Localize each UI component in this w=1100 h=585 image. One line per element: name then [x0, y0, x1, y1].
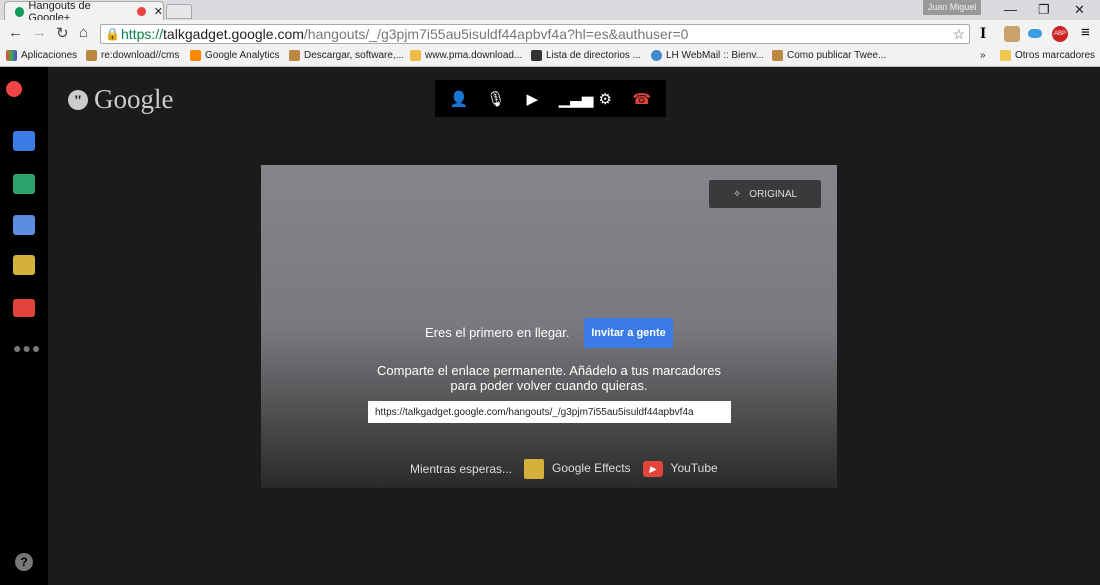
settings-icon[interactable]: ⚙ — [595, 90, 615, 108]
new-tab-button[interactable] — [166, 4, 192, 19]
bookmark[interactable]: Lista de directorios ... — [531, 50, 641, 61]
hangouts-app-icon[interactable] — [6, 81, 22, 97]
bookmark-apps[interactable]: Aplicaciones — [6, 50, 77, 61]
bandwidth-icon[interactable]: ▁▃▅ — [559, 90, 594, 108]
bookmark[interactable]: LH WebMail :: Bienv... — [651, 50, 764, 61]
invite-people-button[interactable]: Invitar a gente — [584, 318, 673, 348]
tab-close-icon[interactable]: ✕ — [154, 5, 163, 18]
original-button[interactable]: ✧ ORIGINAL — [709, 180, 821, 208]
bookmark[interactable]: www.pma.download... — [410, 50, 522, 61]
close-window-button[interactable]: ✕ — [1074, 2, 1085, 18]
youtube-icon: ▶ — [642, 461, 663, 477]
home-button[interactable]: ⌂ — [79, 24, 88, 41]
cloud-icon[interactable] — [1028, 29, 1042, 38]
camera-icon[interactable] — [13, 215, 35, 235]
extension-i-icon[interactable]: I — [980, 25, 986, 43]
adblock-icon[interactable]: ABP — [1052, 26, 1068, 42]
first-arrival-text: Eres el primero en llegar. — [425, 325, 570, 340]
back-button[interactable]: ← — [8, 24, 23, 41]
google-effects-icon[interactable] — [13, 255, 35, 275]
google-effects-icon — [524, 459, 545, 479]
bookmark[interactable]: re:download//cms — [86, 50, 179, 61]
recording-icon — [137, 7, 146, 16]
permalink-input[interactable] — [368, 401, 731, 423]
browser-tab[interactable]: Hangouts de Google+ ✕ — [4, 0, 164, 24]
share-text: Comparte el enlace permanente. Añádelo a… — [377, 363, 721, 393]
restore-button[interactable]: ❐ — [1038, 2, 1050, 18]
reload-button[interactable]: ↻ — [56, 24, 69, 42]
url-input[interactable]: 🔒 https://talkgadget.google.com/hangouts… — [100, 24, 970, 44]
bookmark[interactable]: Descargar, software,... — [289, 50, 404, 61]
bookmark[interactable]: Google Analytics — [190, 50, 280, 61]
url-host: talkgadget.google.com — [163, 26, 304, 42]
extension-off-icon[interactable] — [1004, 26, 1020, 42]
chat-icon[interactable] — [13, 131, 35, 151]
lock-icon: 🔒 — [105, 27, 120, 41]
hang-up-icon[interactable]: ☎ — [632, 90, 652, 108]
google-effects-link[interactable]: Google Effects — [524, 459, 631, 479]
tab-bar: Hangouts de Google+ ✕ Juan Miguel — ❐ ✕ — [0, 0, 1100, 24]
camera-off-icon[interactable]: ▶ — [522, 90, 542, 108]
add-person-icon[interactable]: 👤 — [449, 90, 469, 108]
apps-sidebar: ●●● — [0, 67, 48, 585]
waiting-label: Mientras esperas... — [410, 462, 513, 476]
youtube-link[interactable]: ▶ YouTube — [642, 461, 718, 477]
forward-button[interactable]: → — [32, 24, 47, 41]
while-waiting-bar: Mientras esperas... Google Effects ▶ YouT… — [410, 459, 718, 479]
mic-off-icon[interactable]: 🎙 — [486, 90, 506, 108]
profile-button[interactable]: Juan Miguel — [923, 0, 981, 15]
hangouts-favicon-icon — [15, 6, 25, 17]
url-path: /hangouts/_/g3pjm7i55au5isuldf44apbvf4a?… — [303, 26, 689, 42]
youtube-icon[interactable] — [13, 299, 35, 317]
original-label: ORIGINAL — [749, 188, 798, 200]
bookmark[interactable]: Como publicar Twee... — [772, 50, 886, 61]
url-scheme: https:// — [121, 26, 164, 42]
more-apps-icon[interactable]: ●●● — [13, 340, 41, 356]
minimize-button[interactable]: — — [1004, 2, 1017, 17]
bookmarks-bar: Aplicaciones re:download//cms Google Ana… — [0, 46, 1100, 67]
call-toolbar: 👤 🎙 ▶ ▁▃▅ ⚙ ☎ — [435, 80, 666, 117]
magic-wand-icon: ✧ — [732, 188, 742, 200]
menu-icon[interactable]: ≡ — [1081, 24, 1090, 41]
hangouts-quote-icon: " — [68, 89, 88, 110]
star-icon[interactable]: ☆ — [952, 25, 965, 43]
more-bookmarks-button[interactable]: » — [980, 50, 986, 61]
help-icon[interactable]: ? — [15, 553, 33, 571]
other-bookmarks[interactable]: Otros marcadores — [1000, 50, 1095, 61]
screenshare-icon[interactable] — [13, 174, 35, 194]
google-logo: " Google — [68, 84, 173, 115]
